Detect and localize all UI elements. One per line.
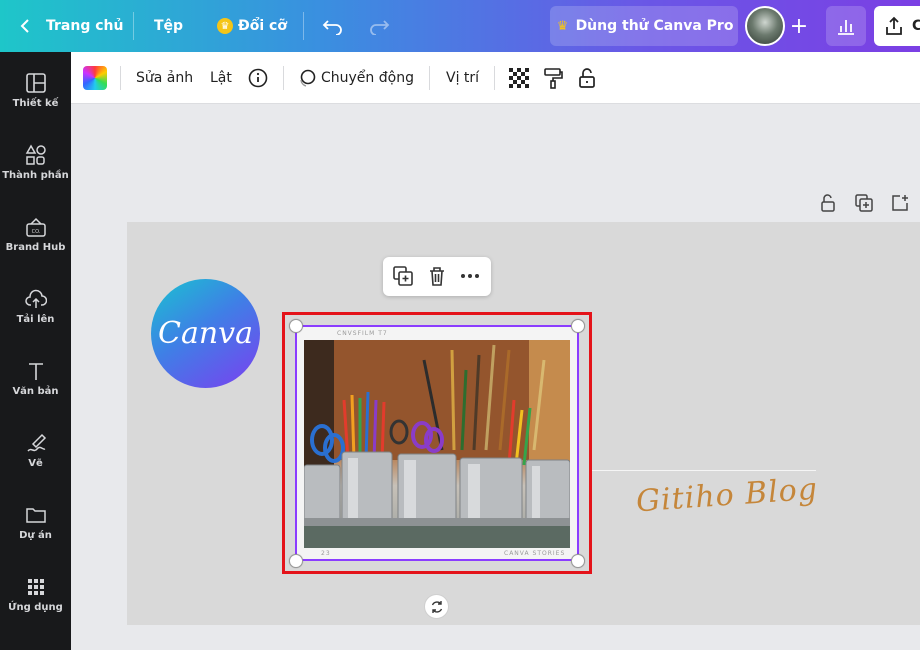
flip-button[interactable]: Lật <box>210 52 232 104</box>
divider <box>303 12 304 40</box>
resize-handle-bottom-right[interactable] <box>571 554 585 568</box>
transparency-checker-icon <box>509 68 529 88</box>
color-picker-button[interactable] <box>83 52 107 104</box>
sidebar-item-apps[interactable]: Ứng dụng <box>0 558 71 630</box>
position-button[interactable]: Vị trí <box>446 52 479 104</box>
duplicate-icon <box>393 266 413 286</box>
sidebar-item-label: Ứng dụng <box>8 602 63 613</box>
resize-handle-top-left[interactable] <box>289 319 303 333</box>
flip-label: Lật <box>210 70 232 86</box>
sidebar-item-elements[interactable]: Thành phần <box>0 126 71 198</box>
duplicate-element-button[interactable] <box>392 265 414 287</box>
sidebar-item-text[interactable]: Văn bản <box>0 342 71 414</box>
animation-icon <box>297 68 317 88</box>
resize-handle-top-right[interactable] <box>571 319 585 333</box>
add-collaborator-button[interactable]: + <box>787 10 811 42</box>
apps-grid-icon <box>25 576 47 598</box>
add-page-icon <box>891 194 909 212</box>
edit-photo-button[interactable]: Sửa ảnh <box>136 52 193 104</box>
lock-open-icon <box>820 194 836 212</box>
back-home-button[interactable]: Trang chủ <box>20 0 123 52</box>
sidebar-item-label: Tải lên <box>17 314 55 325</box>
home-label: Trang chủ <box>46 18 123 34</box>
file-label: Tệp <box>154 18 183 34</box>
transparency-button[interactable] <box>509 52 529 104</box>
duplicate-page-button[interactable] <box>853 192 875 214</box>
undo-icon <box>322 17 344 35</box>
sidebar-item-label: Thiết kế <box>13 98 59 109</box>
paint-roller-icon <box>543 67 563 89</box>
svg-text:CO.: CO. <box>31 229 40 235</box>
rotate-icon <box>430 600 444 614</box>
sidebar-item-uploads[interactable]: Tải lên <box>0 270 71 342</box>
add-page-button[interactable] <box>889 192 911 214</box>
top-bar: Trang chủ Tệp ♛ Đổi cỡ ♛ Dùng thử Canva … <box>0 0 920 52</box>
divider <box>133 12 134 40</box>
crown-icon: ♛ <box>217 18 233 34</box>
redo-button[interactable] <box>368 0 390 52</box>
layout-icon <box>25 72 47 94</box>
divider <box>283 66 284 90</box>
share-label: C <box>912 18 920 34</box>
divider <box>494 66 495 90</box>
lock-open-icon <box>577 67 597 89</box>
sidebar-item-draw[interactable]: Vẽ <box>0 414 71 486</box>
sidebar-item-design[interactable]: Thiết kế <box>0 54 71 126</box>
brand-hub-icon: CO. <box>25 216 47 238</box>
decorative-line <box>592 470 816 471</box>
sidebar-item-brand-hub[interactable]: CO. Brand Hub <box>0 198 71 270</box>
share-upload-icon <box>884 16 904 36</box>
try-pro-button[interactable]: ♛ Dùng thử Canva Pro <box>550 6 738 46</box>
page-lock-button[interactable] <box>817 192 839 214</box>
sidebar-item-label: Vẽ <box>28 458 43 469</box>
text-icon <box>25 360 47 382</box>
more-options-button[interactable] <box>459 265 481 287</box>
color-swatch-icon <box>83 66 107 90</box>
copy-style-button[interactable] <box>543 52 563 104</box>
trash-icon <box>428 266 446 286</box>
element-floating-toolbar <box>383 257 491 296</box>
divider <box>120 66 121 90</box>
chevron-left-icon <box>20 18 30 34</box>
canva-logo-text: Canva <box>158 316 253 351</box>
resize-handle-bottom-left[interactable] <box>289 554 303 568</box>
selection-box <box>295 325 579 561</box>
duplicate-icon <box>855 194 873 212</box>
resize-button[interactable]: ♛ Đổi cỡ <box>217 0 287 52</box>
share-button[interactable]: C <box>874 6 920 46</box>
draw-icon <box>25 432 47 454</box>
context-toolbar: Sửa ảnh Lật Chuyển động Vị trí <box>71 52 920 104</box>
rotate-handle[interactable] <box>424 594 449 619</box>
position-label: Vị trí <box>446 70 479 86</box>
sidebar-item-label: Văn bản <box>12 386 58 397</box>
crown-icon: ♛ <box>555 18 571 34</box>
resize-label: Đổi cỡ <box>238 18 287 34</box>
file-menu-button[interactable]: Tệp <box>154 0 183 52</box>
edit-photo-label: Sửa ảnh <box>136 70 193 86</box>
sidebar-item-label: Brand Hub <box>6 242 66 253</box>
more-dots-icon <box>460 273 480 279</box>
try-pro-label: Dùng thử Canva Pro <box>576 18 734 34</box>
insights-button[interactable] <box>826 6 866 46</box>
lock-button[interactable] <box>577 52 597 104</box>
animate-label: Chuyển động <box>321 70 414 86</box>
plus-icon: + <box>790 14 808 39</box>
folder-icon <box>25 504 47 526</box>
info-icon <box>248 68 268 88</box>
sidebar-item-label: Thành phần <box>2 170 69 181</box>
left-sidebar: Thiết kế Thành phần CO. Brand Hub Tải lê… <box>0 52 71 650</box>
delete-element-button[interactable] <box>426 265 448 287</box>
cloud-upload-icon <box>25 288 47 310</box>
animate-button[interactable]: Chuyển động <box>297 52 414 104</box>
shapes-icon <box>25 144 47 166</box>
canva-logo[interactable]: Canva <box>151 279 260 388</box>
sidebar-item-label: Dự án <box>19 530 52 541</box>
bar-chart-icon <box>836 17 856 35</box>
undo-button[interactable] <box>322 0 344 52</box>
user-avatar[interactable] <box>745 6 785 46</box>
sidebar-item-projects[interactable]: Dự án <box>0 486 71 558</box>
divider <box>429 66 430 90</box>
redo-icon <box>368 17 390 35</box>
info-button[interactable] <box>248 52 268 104</box>
